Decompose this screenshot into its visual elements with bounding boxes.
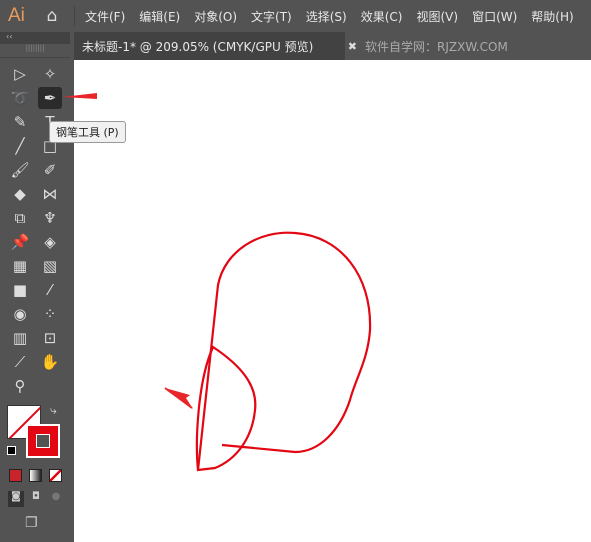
arrow-line: [164, 387, 193, 409]
draw-normal-button[interactable]: ◙: [8, 491, 24, 507]
arrow-pointer-pen: [62, 93, 97, 99]
swap-icon[interactable]: ⤷: [50, 403, 57, 418]
none-mode-button[interactable]: [49, 469, 62, 482]
color-mode-button[interactable]: [9, 469, 22, 482]
drawing-layer: [62, 93, 372, 472]
draw-inside-button[interactable]: ●: [48, 491, 64, 507]
draw-behind-button[interactable]: ◘: [28, 491, 44, 507]
drawn-path-large: [196, 231, 372, 471]
screen-mode-icon[interactable]: ❐: [25, 515, 38, 531]
gradient-mode-button[interactable]: [29, 469, 42, 482]
default-colors-icon[interactable]: [7, 446, 16, 455]
stroke-swatch[interactable]: [26, 424, 60, 458]
tooltip: 钢笔工具 (P): [49, 121, 126, 143]
